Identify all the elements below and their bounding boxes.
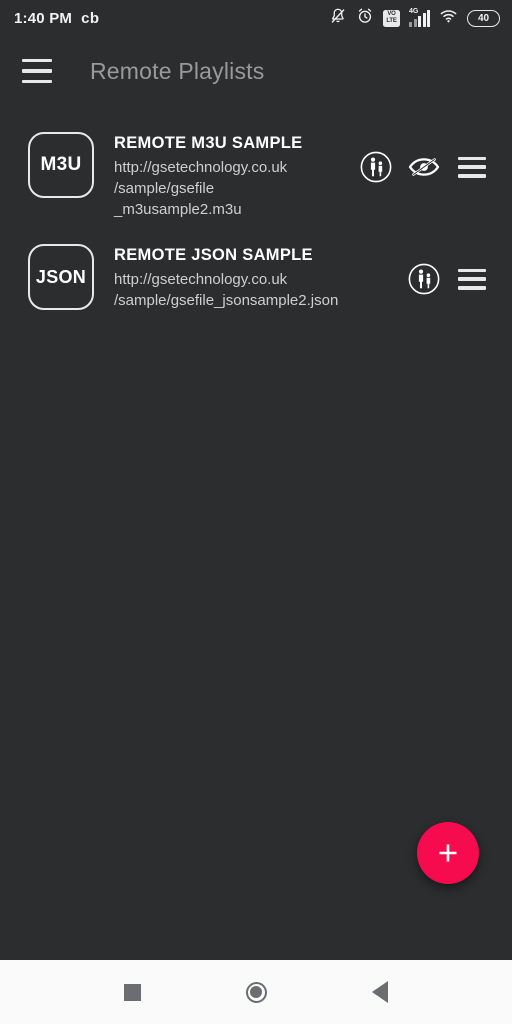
home-circle-icon[interactable] [228,964,284,1020]
status-bar-left: 1:40 PM cb [14,10,100,27]
playlist-actions [400,262,496,296]
playlist-info: REMOTE JSON SAMPLE http://gsetechnology.… [94,246,400,311]
volte-bottom-label: LTE [386,18,397,24]
page-title: Remote Playlists [90,57,265,84]
recents-square-icon[interactable] [104,964,160,1020]
battery-icon: 40 [467,9,500,27]
playlist-title: REMOTE M3U SAMPLE [114,134,303,152]
hamburger-menu-icon[interactable] [22,59,52,83]
playlist-type-badge: M3U [28,132,94,198]
status-clock: 1:40 PM [14,9,73,27]
battery-level-label: 40 [477,12,490,24]
row-menu-icon[interactable] [448,268,496,290]
plus-icon [439,844,457,862]
volte-icon: VO LTE [383,9,400,27]
app-bar: Remote Playlists [0,36,512,106]
status-bar-right: VO LTE 4G 40 [329,7,500,30]
playlist-url: http://gsetechnology.co.uk /sample/gsefi… [114,271,339,309]
network-type-label: 4G [409,8,419,15]
back-triangle-icon[interactable] [352,964,408,1020]
list-item[interactable]: M3U REMOTE M3U SAMPLE http://gsetechnolo… [0,118,512,230]
playlist-type-badge: JSON [28,244,94,310]
playlist-info: REMOTE M3U SAMPLE http://gsetechnology.c… [94,134,352,220]
phone-screen: 1:40 PM cb VO LTE 4G 40 Remote Playlists… [0,0,512,1024]
list-item[interactable]: JSON REMOTE JSON SAMPLE http://gsetechno… [0,230,512,321]
android-nav-bar [0,960,512,1024]
row-menu-icon[interactable] [448,156,496,178]
playlist-url: http://gsetechnology.co.uk /sample/gsefi… [114,159,288,218]
volte-top-label: VO [387,11,396,17]
status-bar: 1:40 PM cb VO LTE 4G 40 [0,0,512,36]
add-playlist-fab[interactable] [417,822,479,884]
signal-4g-icon: 4G [409,8,430,27]
wifi-icon [439,7,458,30]
carrier-label: cb [81,9,100,27]
parental-control-icon[interactable] [400,262,448,296]
parental-control-icon[interactable] [352,150,400,184]
playlist-title: REMOTE JSON SAMPLE [114,246,313,264]
alarm-clock-icon [356,7,374,30]
playlist-actions [352,150,496,184]
eye-off-icon[interactable] [400,154,448,180]
bell-muted-icon [329,7,347,30]
